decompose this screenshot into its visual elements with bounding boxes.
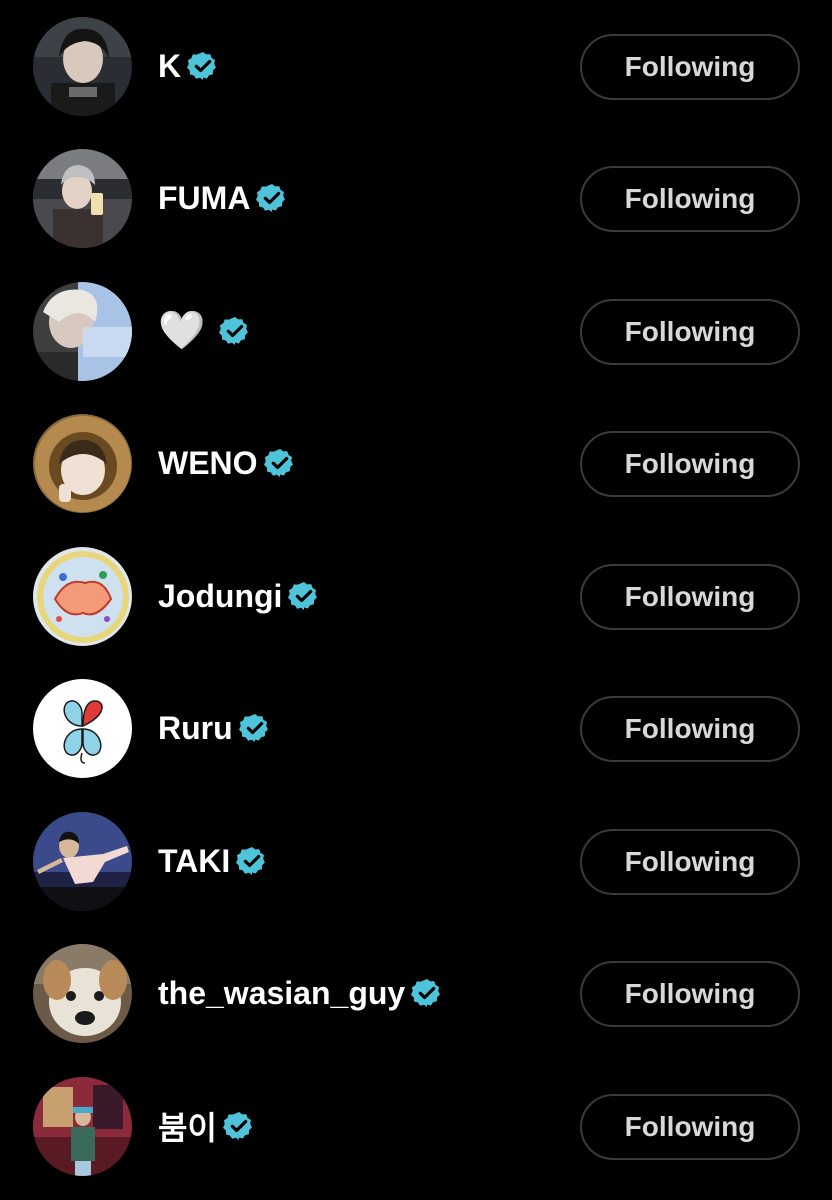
avatar[interactable] bbox=[33, 149, 132, 248]
following-button[interactable]: Following bbox=[580, 299, 800, 365]
following-button[interactable]: Following bbox=[580, 961, 800, 1027]
list-item[interactable]: K Following bbox=[0, 0, 832, 132]
avatar[interactable] bbox=[33, 17, 132, 116]
username[interactable]: 🤍 bbox=[158, 311, 205, 351]
verified-badge-icon bbox=[288, 580, 320, 612]
username[interactable]: WENO bbox=[158, 445, 258, 482]
verified-badge-icon bbox=[219, 315, 251, 347]
verified-badge-icon bbox=[256, 182, 288, 214]
list-item[interactable]: 붐이 Following bbox=[0, 1060, 832, 1192]
avatar[interactable] bbox=[33, 679, 132, 778]
list-item[interactable]: Jodungi Following bbox=[0, 530, 832, 662]
avatar[interactable] bbox=[33, 282, 132, 381]
following-button[interactable]: Following bbox=[580, 166, 800, 232]
list-item[interactable]: Ruru Following bbox=[0, 662, 832, 794]
verified-badge-icon bbox=[187, 50, 219, 82]
username[interactable]: FUMA bbox=[158, 180, 250, 217]
following-button[interactable]: Following bbox=[580, 696, 800, 762]
username[interactable]: K bbox=[158, 48, 181, 85]
avatar[interactable] bbox=[33, 414, 132, 513]
following-button[interactable]: Following bbox=[580, 1094, 800, 1160]
list-item[interactable]: FUMA Following bbox=[0, 132, 832, 264]
username[interactable]: the_wasian_guy bbox=[158, 975, 405, 1012]
following-button[interactable]: Following bbox=[580, 829, 800, 895]
username[interactable]: TAKI bbox=[158, 843, 230, 880]
verified-badge-icon bbox=[236, 845, 268, 877]
avatar[interactable] bbox=[33, 547, 132, 646]
following-button[interactable]: Following bbox=[580, 34, 800, 100]
list-item[interactable]: 🤍 Following bbox=[0, 265, 832, 397]
username[interactable]: 붐이 bbox=[158, 1103, 217, 1149]
avatar[interactable] bbox=[33, 944, 132, 1043]
following-list: K Following FUMA Following 🤍 Following W… bbox=[0, 0, 832, 1200]
following-button[interactable]: Following bbox=[580, 564, 800, 630]
verified-badge-icon bbox=[263, 447, 296, 479]
list-item[interactable]: the_wasian_guy Following bbox=[0, 927, 832, 1059]
verified-badge-icon bbox=[411, 977, 443, 1009]
username[interactable]: Ruru bbox=[158, 710, 233, 747]
verified-badge-icon bbox=[222, 1110, 255, 1142]
following-button[interactable]: Following bbox=[580, 431, 800, 497]
username[interactable]: Jodungi bbox=[158, 578, 282, 615]
verified-badge-icon bbox=[238, 712, 271, 744]
list-item[interactable]: TAKI Following bbox=[0, 795, 832, 927]
avatar[interactable] bbox=[33, 1077, 132, 1176]
avatar[interactable] bbox=[33, 812, 132, 911]
list-item[interactable]: WENO Following bbox=[0, 397, 832, 529]
